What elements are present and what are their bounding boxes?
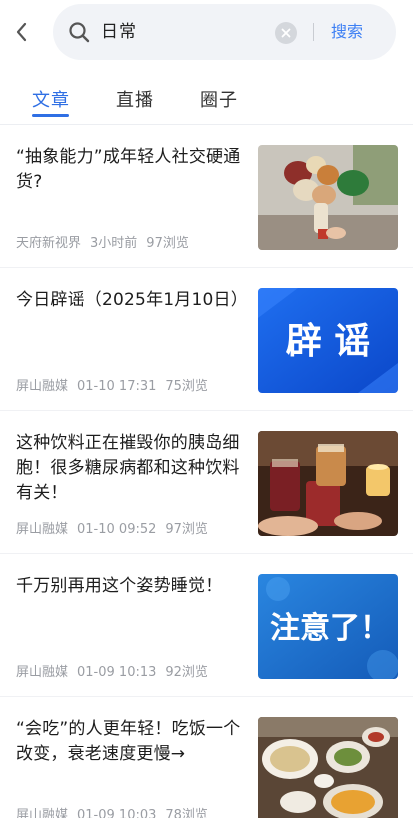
search-bar[interactable]: 日常 搜索 [53, 4, 396, 60]
article-meta: 屏山融媒 01-10 09:52 97浏览 [16, 518, 217, 537]
thumbnail-caption: 注意了！ [270, 611, 390, 646]
article-item[interactable]: 这种饮料正在摧毁你的胰岛细胞！很多糖尿病都和这种饮料有关！ 屏山融媒 01-10 … [0, 411, 413, 554]
article-item[interactable]: 千万别再用这个姿势睡觉！ 屏山融媒 01-09 10:13 92浏览 注意了！ [0, 554, 413, 697]
article-title: “抽象能力”成年轻人社交硬通货? [16, 147, 241, 192]
article-time: 3小时前 [90, 236, 138, 251]
back-button[interactable] [10, 18, 32, 46]
chevron-left-icon [16, 22, 27, 42]
article-views: 78浏览 [165, 808, 208, 818]
search-divider [313, 23, 314, 41]
search-input[interactable]: 日常 [101, 4, 137, 60]
header: 日常 搜索 [0, 0, 413, 64]
article-source: 屏山融媒 [16, 808, 69, 818]
article-thumbnail [258, 145, 398, 250]
article-views: 92浏览 [165, 665, 208, 680]
article-meta: 屏山融媒 01-09 10:03 78浏览 [16, 804, 217, 818]
drinks-image [258, 431, 398, 536]
article-views: 97浏览 [165, 522, 208, 537]
tab-bar: 文章 直播 圈子 [0, 80, 413, 124]
article-item[interactable]: “会吃”的人更年轻！吃饭一个改变，衰老速度更慢→ 屏山融媒 01-09 10:03… [0, 697, 413, 818]
thumbnail-caption: 辟 谣 [286, 321, 371, 362]
article-source: 屏山融媒 [16, 379, 69, 394]
article-source: 屏山融媒 [16, 665, 69, 680]
article-meta: 屏山融媒 01-09 10:13 92浏览 [16, 661, 217, 680]
article-item[interactable]: 今日辟谣（2025年1月10日） 屏山融媒 01-10 17:31 75浏览 辟 谣 [0, 268, 413, 411]
search-icon [69, 22, 90, 43]
article-time: 01-09 10:13 [77, 665, 157, 680]
article-time: 01-09 10:03 [77, 808, 157, 818]
article-title: 千万别再用这个姿势睡觉！ [16, 576, 223, 596]
rumor-debunk-image: 辟 谣 [258, 288, 398, 393]
article-views: 97浏览 [146, 236, 189, 251]
article-item[interactable]: “抽象能力”成年轻人社交硬通货? 天府新视界 3小时前 97浏览 [0, 125, 413, 268]
article-thumbnail [258, 431, 398, 536]
search-results-page: 日常 搜索 文章 直播 圈子 “抽象能力”成年轻人社交硬通货? 天府新视界 3小时… [0, 0, 413, 818]
clear-search-button[interactable] [275, 22, 297, 44]
search-button[interactable]: 搜索 [331, 4, 363, 60]
tab-circles[interactable]: 圈子 [200, 86, 238, 112]
tab-live[interactable]: 直播 [116, 86, 154, 112]
article-source: 天府新视界 [16, 236, 82, 251]
article-title: “会吃”的人更年轻！吃饭一个改变，衰老速度更慢→ [16, 719, 241, 764]
article-source: 屏山融媒 [16, 522, 69, 537]
active-tab-indicator [32, 114, 69, 117]
food-table-image [258, 717, 398, 818]
close-icon [281, 28, 291, 38]
crochet-flowers-image [258, 145, 398, 250]
article-time: 01-10 09:52 [77, 522, 157, 537]
article-thumbnail: 注意了！ [258, 574, 398, 679]
article-title: 今日辟谣（2025年1月10日） [16, 290, 248, 310]
article-list: “抽象能力”成年轻人社交硬通货? 天府新视界 3小时前 97浏览 今日辟谣（20… [0, 125, 413, 818]
tab-articles[interactable]: 文章 [32, 86, 70, 112]
attention-image: 注意了！ [258, 574, 398, 679]
article-meta: 天府新视界 3小时前 97浏览 [16, 232, 198, 251]
article-thumbnail: 辟 谣 [258, 288, 398, 393]
article-thumbnail [258, 717, 398, 818]
article-title: 这种饮料正在摧毁你的胰岛细胞！很多糖尿病都和这种饮料有关！ [16, 433, 240, 503]
article-time: 01-10 17:31 [77, 379, 157, 394]
article-views: 75浏览 [165, 379, 208, 394]
article-meta: 屏山融媒 01-10 17:31 75浏览 [16, 375, 217, 394]
